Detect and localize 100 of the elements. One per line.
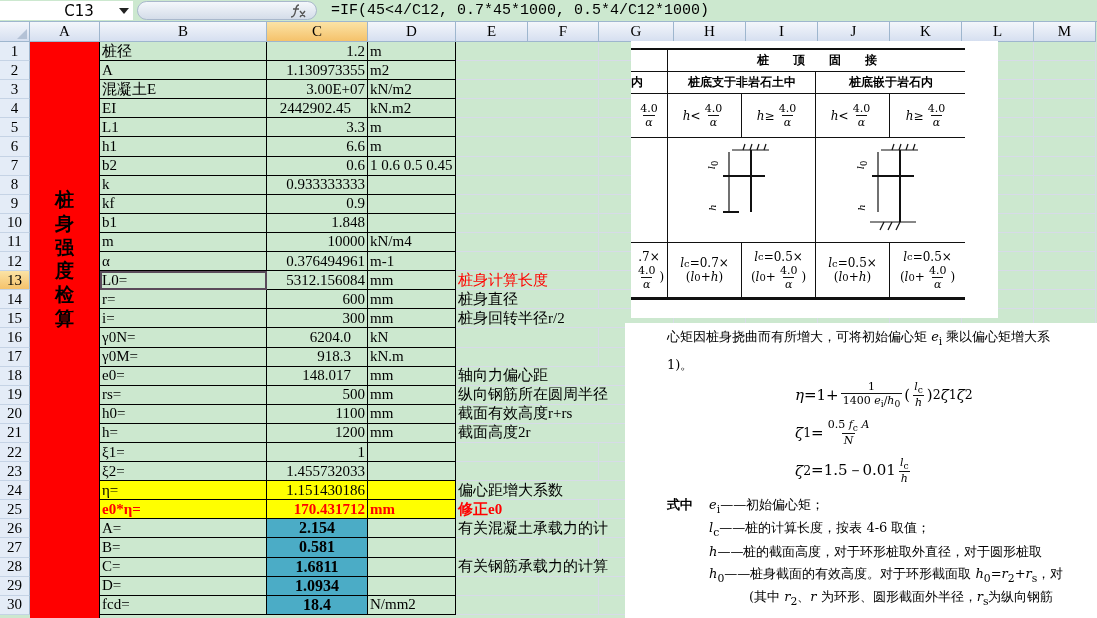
row-header[interactable]: 5: [0, 118, 30, 138]
formula-text: ): [950, 270, 956, 284]
column-header[interactable]: B: [100, 22, 267, 42]
fraction: 4.0 α: [777, 102, 798, 129]
table-cell: kN/m4: [368, 232, 456, 253]
row-header[interactable]: 24: [0, 481, 30, 501]
row-header[interactable]: 2: [0, 61, 30, 81]
table-cell: m-1: [368, 252, 456, 272]
table-cell: 0.9: [267, 194, 368, 214]
table-cell: m: [368, 137, 456, 157]
table-heading: 桩底嵌于岩石内: [848, 74, 933, 91]
column-header[interactable]: A: [30, 22, 100, 42]
row-header[interactable]: 10: [0, 213, 30, 233]
definition-line: (其中 r$_{2}$、r 为环形、圆形截面外半径，r$_{s}$为纵向钢筋: [748, 588, 1055, 608]
table-cell: 0.6: [267, 156, 368, 176]
table-cell: r=: [100, 290, 267, 310]
row-header[interactable]: 17: [0, 347, 30, 367]
column-header[interactable]: M: [1034, 22, 1096, 42]
row-header[interactable]: 16: [0, 328, 30, 348]
row-header[interactable]: 3: [0, 80, 30, 100]
row-header[interactable]: 19: [0, 385, 30, 405]
column-header[interactable]: F: [528, 22, 599, 42]
table-cell: m2: [368, 61, 456, 81]
table-cell: A=: [100, 519, 267, 539]
table-cell: 500: [267, 385, 368, 405]
table-cell: h1: [100, 137, 267, 157]
table-cell: kN.m: [368, 347, 456, 367]
column-header[interactable]: J: [818, 22, 890, 42]
table-cell: mm: [368, 500, 456, 520]
column-header[interactable]: G: [599, 22, 674, 42]
table-cell: 1: [267, 442, 368, 463]
table-cell: γ0M=: [100, 347, 267, 367]
row-header[interactable]: 1: [0, 42, 30, 62]
row-header[interactable]: 22: [0, 442, 30, 463]
table-cell: e0=: [100, 366, 267, 386]
row-header[interactable]: 14: [0, 290, 30, 310]
table-cell: 修正e0: [456, 500, 528, 520]
table-cell: B=: [100, 538, 267, 558]
table-cell: L0=: [100, 271, 267, 291]
row-header[interactable]: 11: [0, 232, 30, 253]
row-header[interactable]: 4: [0, 99, 30, 119]
table-cell: mm: [368, 404, 456, 424]
table-cell: b2: [100, 156, 267, 176]
fraction: l$_{c}$ h: [897, 456, 911, 486]
table-heading: 桩底支于非岩石土中: [687, 74, 796, 91]
row-header[interactable]: 15: [0, 309, 30, 329]
column-header[interactable]: D: [368, 22, 456, 42]
table-cell: 偏心距增大系数: [456, 481, 599, 501]
row-header[interactable]: 28: [0, 557, 30, 577]
row-header[interactable]: 8: [0, 175, 30, 195]
table-cell: 1.848: [267, 213, 368, 233]
where-label: 式中: [667, 495, 694, 514]
row-header[interactable]: 25: [0, 500, 30, 520]
table-cell: e0*η=: [100, 500, 267, 520]
row-header[interactable]: 18: [0, 366, 30, 386]
column-header[interactable]: E: [456, 22, 528, 42]
definition-line: h——桩的截面高度，对于环形桩取外直径，对于圆形桩取: [709, 542, 1044, 561]
table-cell: k: [100, 175, 267, 195]
column-header[interactable]: L: [962, 22, 1034, 42]
column-header[interactable]: K: [890, 22, 962, 42]
row-header[interactable]: 6: [0, 137, 30, 157]
insert-function-button[interactable]: [137, 1, 317, 20]
table-cell: α: [100, 252, 267, 272]
table-cell: 截面高度2r: [456, 423, 599, 443]
formula-field[interactable]: =IF(45<4/C12, 0.7*45*1000, 0.5*4/C12*1000): [331, 2, 710, 19]
row-header[interactable]: 29: [0, 576, 30, 596]
row-header[interactable]: 20: [0, 404, 30, 424]
table-cell: 6.6: [267, 137, 368, 157]
table-cell: EI: [100, 99, 267, 119]
table-cell: 5312.156084: [267, 271, 368, 291]
fraction: 4.0 α: [851, 102, 872, 129]
table-cell: kN/m2: [368, 80, 456, 100]
formula-text: (: [904, 385, 911, 404]
column-header[interactable]: I: [746, 22, 818, 42]
row-header[interactable]: 30: [0, 595, 30, 615]
table-cell: 桩径: [100, 42, 267, 62]
row-header[interactable]: 13: [0, 271, 30, 291]
column-header[interactable]: H: [674, 22, 746, 42]
table-cell: i=: [100, 309, 267, 329]
table-cell: 3.3: [267, 118, 368, 138]
row-header[interactable]: 27: [0, 538, 30, 558]
definition-line: h$_{0}$——桩身截面的有效高度。对于环形截面取 h$_{0}$=r$_{2}$+r$_{s}$，对: [709, 564, 1065, 585]
fraction: 4.0 α: [926, 102, 947, 129]
select-all-button[interactable]: [0, 22, 30, 42]
column-header[interactable]: C: [267, 22, 368, 42]
table-cell: 6204.0: [267, 328, 368, 348]
table-cell: γ0N=: [100, 328, 267, 348]
row-header[interactable]: 12: [0, 252, 30, 272]
table-cell: 1100: [267, 404, 368, 424]
table-cell: mm: [368, 385, 456, 405]
table-cell: h=: [100, 423, 267, 443]
row-header[interactable]: 23: [0, 462, 30, 482]
row-header[interactable]: 7: [0, 156, 30, 176]
name-box[interactable]: C13: [0, 1, 133, 20]
dropdown-arrow-icon[interactable]: [119, 7, 129, 14]
table-cell: 170.431712: [267, 500, 368, 520]
row-header[interactable]: 26: [0, 519, 30, 539]
row-header[interactable]: 21: [0, 423, 30, 443]
row-header[interactable]: 9: [0, 194, 30, 214]
table-cell: m: [100, 232, 267, 253]
